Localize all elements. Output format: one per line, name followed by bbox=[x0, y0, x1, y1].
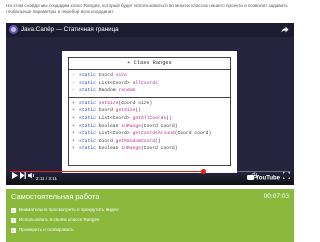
task-item[interactable]: ✓ Проверить и скопировать bbox=[11, 226, 74, 233]
static-keyword: static bbox=[79, 131, 96, 137]
static-keyword: static bbox=[79, 80, 96, 86]
member-name: getAllCoords bbox=[132, 115, 167, 121]
static-keyword: static bbox=[79, 88, 96, 94]
uml-method-row: + static setSize(Coord size) bbox=[72, 100, 230, 108]
video-title[interactable]: Java.Сапёр — Статичная граница bbox=[21, 26, 119, 33]
visibility-marker: + bbox=[72, 138, 75, 144]
method-args: () bbox=[155, 138, 161, 144]
volume-icon[interactable] bbox=[28, 172, 35, 182]
uml-field-row: - static Coord size bbox=[72, 72, 230, 80]
visibility-marker: + bbox=[72, 131, 75, 137]
type-name: Coord bbox=[98, 138, 113, 144]
member-name: setSize bbox=[98, 100, 119, 106]
method-args: () bbox=[135, 108, 141, 114]
static-keyword: static bbox=[79, 108, 96, 114]
video-header: Java.Сапёр — Статичная граница bbox=[6, 23, 294, 37]
type-name: boolean bbox=[98, 123, 119, 129]
member-name: getRandomCoord bbox=[115, 138, 156, 144]
uml-class-header: + Class Ranges bbox=[69, 58, 230, 70]
uml-class-diagram: + Class Ranges - static Coord size - static… bbox=[68, 57, 231, 166]
member-name: getCoordsAround bbox=[132, 131, 175, 137]
video-player[interactable]: Java.Сапёр — Статичная граница + Class R… bbox=[6, 23, 294, 185]
task-item[interactable]: ✓ Использовать в своём классе Ranges bbox=[11, 216, 99, 223]
progress-fill bbox=[10, 170, 204, 172]
task-label: Проверить и скопировать bbox=[19, 227, 74, 232]
static-keyword: static bbox=[79, 73, 96, 78]
visibility-marker: - bbox=[72, 73, 75, 78]
type-name: Coord bbox=[98, 73, 113, 78]
type-name: Coord bbox=[98, 108, 113, 114]
visibility-marker: + bbox=[72, 115, 75, 121]
youtube-play-icon bbox=[247, 174, 255, 180]
static-keyword: static bbox=[79, 138, 96, 144]
uml-field-row: - static Random random bbox=[72, 87, 230, 95]
uml-method-row: + static Coord getSize() bbox=[72, 107, 230, 115]
uml-fields-section: - static Coord size - static List<Coord> al… bbox=[69, 70, 230, 98]
member-name: size bbox=[115, 73, 127, 78]
method-args: (Coord size) bbox=[118, 100, 153, 106]
member-name: allCoords bbox=[132, 80, 158, 86]
video-slide: + Class Ranges - static Coord size - static… bbox=[62, 51, 237, 173]
uml-method-row: + static boolean inRange(Coord coord) bbox=[72, 145, 230, 153]
channel-avatar[interactable] bbox=[9, 25, 18, 34]
visibility-marker: + bbox=[72, 123, 75, 129]
play-icon[interactable] bbox=[12, 172, 18, 182]
method-args: (Coord coord) bbox=[174, 131, 212, 137]
static-keyword: static bbox=[79, 115, 96, 121]
member-name: random bbox=[118, 88, 136, 94]
visibility-marker: + bbox=[72, 108, 75, 114]
visibility-marker: - bbox=[72, 80, 75, 86]
youtube-wordmark: YouTube bbox=[255, 175, 280, 181]
youtube-logo[interactable]: YouTube bbox=[247, 174, 280, 183]
uml-method-row: + static List<Coord> getAllCoords() bbox=[72, 115, 230, 123]
share-icon[interactable] bbox=[281, 26, 289, 33]
uml-method-row: + static List<Coord> getCoordsAround(Coor… bbox=[72, 130, 230, 138]
static-keyword: static bbox=[79, 100, 96, 106]
uml-methods-section: + static setSize(Coord size) + static Coor… bbox=[69, 98, 230, 153]
intro-text: На этом слайде мы создадим класс Ranges,… bbox=[6, 3, 288, 15]
check-icon[interactable]: ✓ bbox=[11, 207, 16, 213]
progress-handle[interactable] bbox=[201, 169, 206, 174]
panel-title: Самостоятельная работа bbox=[11, 192, 100, 201]
uml-method-row: + static Coord getRandomCoord() bbox=[72, 138, 230, 146]
type-name: Random bbox=[98, 88, 116, 94]
check-icon[interactable]: ✓ bbox=[11, 217, 16, 223]
static-keyword: static bbox=[79, 123, 96, 129]
type-name: List<Coord> bbox=[98, 80, 130, 86]
visibility-marker: + bbox=[72, 146, 75, 152]
visibility-marker: - bbox=[72, 88, 75, 94]
visibility-marker: + bbox=[72, 100, 75, 106]
check-icon[interactable]: ✓ bbox=[11, 227, 16, 233]
class-header-text: + Class Ranges bbox=[127, 60, 172, 66]
video-time: 2:11 / 3:11 bbox=[36, 176, 58, 181]
type-name: List<Coord> bbox=[98, 115, 130, 121]
member-name: inRange bbox=[121, 123, 141, 129]
task-item[interactable]: ✓ Внимательно просмотреть и прокрутить ви… bbox=[11, 206, 119, 213]
static-keyword: static bbox=[79, 146, 96, 152]
next-icon[interactable] bbox=[20, 172, 26, 182]
video-progress-bar[interactable] bbox=[10, 169, 290, 174]
assignment-panel: Самостоятельная работа 00:07:03 ✓ Внимате… bbox=[6, 189, 294, 242]
method-args: () bbox=[166, 115, 172, 121]
member-name: getSize bbox=[115, 108, 136, 114]
video-controls: 2:11 / 3:11 YouTube bbox=[6, 171, 294, 185]
uml-field-row: - static List<Coord> allCoords bbox=[72, 80, 230, 88]
fullscreen-icon[interactable] bbox=[282, 171, 291, 182]
method-args: (Coord coord) bbox=[140, 146, 178, 152]
uml-method-row: + static boolean inRange(Coord coord) bbox=[72, 123, 230, 131]
type-name: List<Coord> bbox=[98, 131, 130, 137]
method-args: (Coord coord) bbox=[140, 123, 178, 129]
panel-time: 00:07:03 bbox=[263, 193, 289, 200]
member-name: inRange bbox=[121, 146, 141, 152]
task-label: Использовать в своём классе Ranges bbox=[19, 217, 100, 222]
task-label: Внимательно просмотреть и прокрутить вид… bbox=[19, 207, 119, 212]
type-name: boolean bbox=[98, 146, 119, 152]
